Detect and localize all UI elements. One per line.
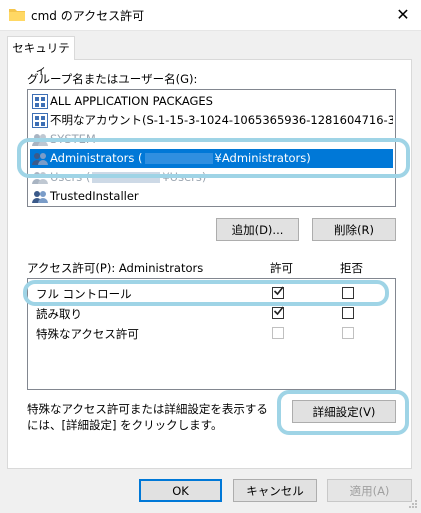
redacted-block <box>144 153 213 164</box>
list-item-label: ALL APPLICATION PACKAGES <box>50 94 213 108</box>
list-item[interactable]: Users ( ¥Users) <box>30 168 393 187</box>
ok-button[interactable]: OK <box>139 479 222 502</box>
full-control-allow-checkbox[interactable] <box>272 286 284 299</box>
list-item-label: Administrators ( <box>50 151 143 165</box>
folder-icon <box>9 9 25 21</box>
groups-label: グループ名またはユーザー名(G): <box>27 72 198 86</box>
users-icon <box>32 191 48 203</box>
full-control-deny-checkbox[interactable] <box>342 287 354 299</box>
checkmark-icon <box>273 306 284 316</box>
perm-read-label: 読み取り <box>36 307 82 321</box>
deny-header: 拒否 <box>340 261 363 275</box>
list-item-label-suffix: ¥Users) <box>162 170 207 184</box>
redacted-block <box>92 172 161 183</box>
remove-button[interactable]: 削除(R) <box>312 218 396 241</box>
advanced-hint-line2: には、[詳細設定] をクリックします。 <box>27 418 223 432</box>
special-allow-checkbox <box>272 327 284 339</box>
list-item-label: SYSTEM <box>50 132 96 146</box>
list-item-label: 不明なアカウント(S-1-15-3-1024-1065365936-128160… <box>50 113 393 127</box>
read-allow-checkbox[interactable] <box>272 306 284 319</box>
perm-full-control-label: フル コントロール <box>36 287 132 301</box>
special-deny-checkbox <box>342 327 354 339</box>
tab-security[interactable]: セキュリティ <box>7 36 75 77</box>
checkmark-icon <box>273 286 284 296</box>
allow-header: 許可 <box>270 261 293 275</box>
users-icon <box>32 134 48 146</box>
list-item-label-suffix: ¥Administrators) <box>214 151 311 165</box>
list-item[interactable]: TrustedInstaller <box>30 187 393 206</box>
resize-grip-icon[interactable] <box>408 499 418 509</box>
perm-special-label: 特殊なアクセス許可 <box>36 327 139 341</box>
list-item[interactable]: ALL APPLICATION PACKAGES <box>30 92 393 111</box>
advanced-hint-line1: 特殊なアクセス許可または詳細設定を表示する <box>27 402 268 416</box>
permissions-label: アクセス許可(P): Administrators <box>27 261 204 275</box>
groups-listbox[interactable]: ALL APPLICATION PACKAGES 不明なアカウント(S-1-15… <box>27 89 396 207</box>
app-packages-icon <box>32 94 48 109</box>
apply-button: 適用(A) <box>327 479 412 502</box>
close-icon[interactable]: ✕ <box>392 4 414 26</box>
list-item[interactable]: Administrators ( ¥Administrators) <box>30 149 393 168</box>
users-icon <box>32 153 48 165</box>
list-item[interactable]: 不明なアカウント(S-1-15-3-1024-1065365936-128160… <box>30 111 393 130</box>
add-button[interactable]: 追加(D)... <box>216 218 299 241</box>
list-item-label: TrustedInstaller <box>50 189 139 203</box>
advanced-button[interactable]: 詳細設定(V) <box>292 400 396 423</box>
unknown-account-icon <box>32 113 48 128</box>
list-item[interactable]: SYSTEM <box>30 130 393 149</box>
list-item-label: Users ( <box>50 170 91 184</box>
read-deny-checkbox[interactable] <box>342 307 354 319</box>
window-title: cmd のアクセス許可 <box>31 9 145 23</box>
users-icon <box>32 172 48 184</box>
cancel-button[interactable]: キャンセル <box>233 479 317 502</box>
